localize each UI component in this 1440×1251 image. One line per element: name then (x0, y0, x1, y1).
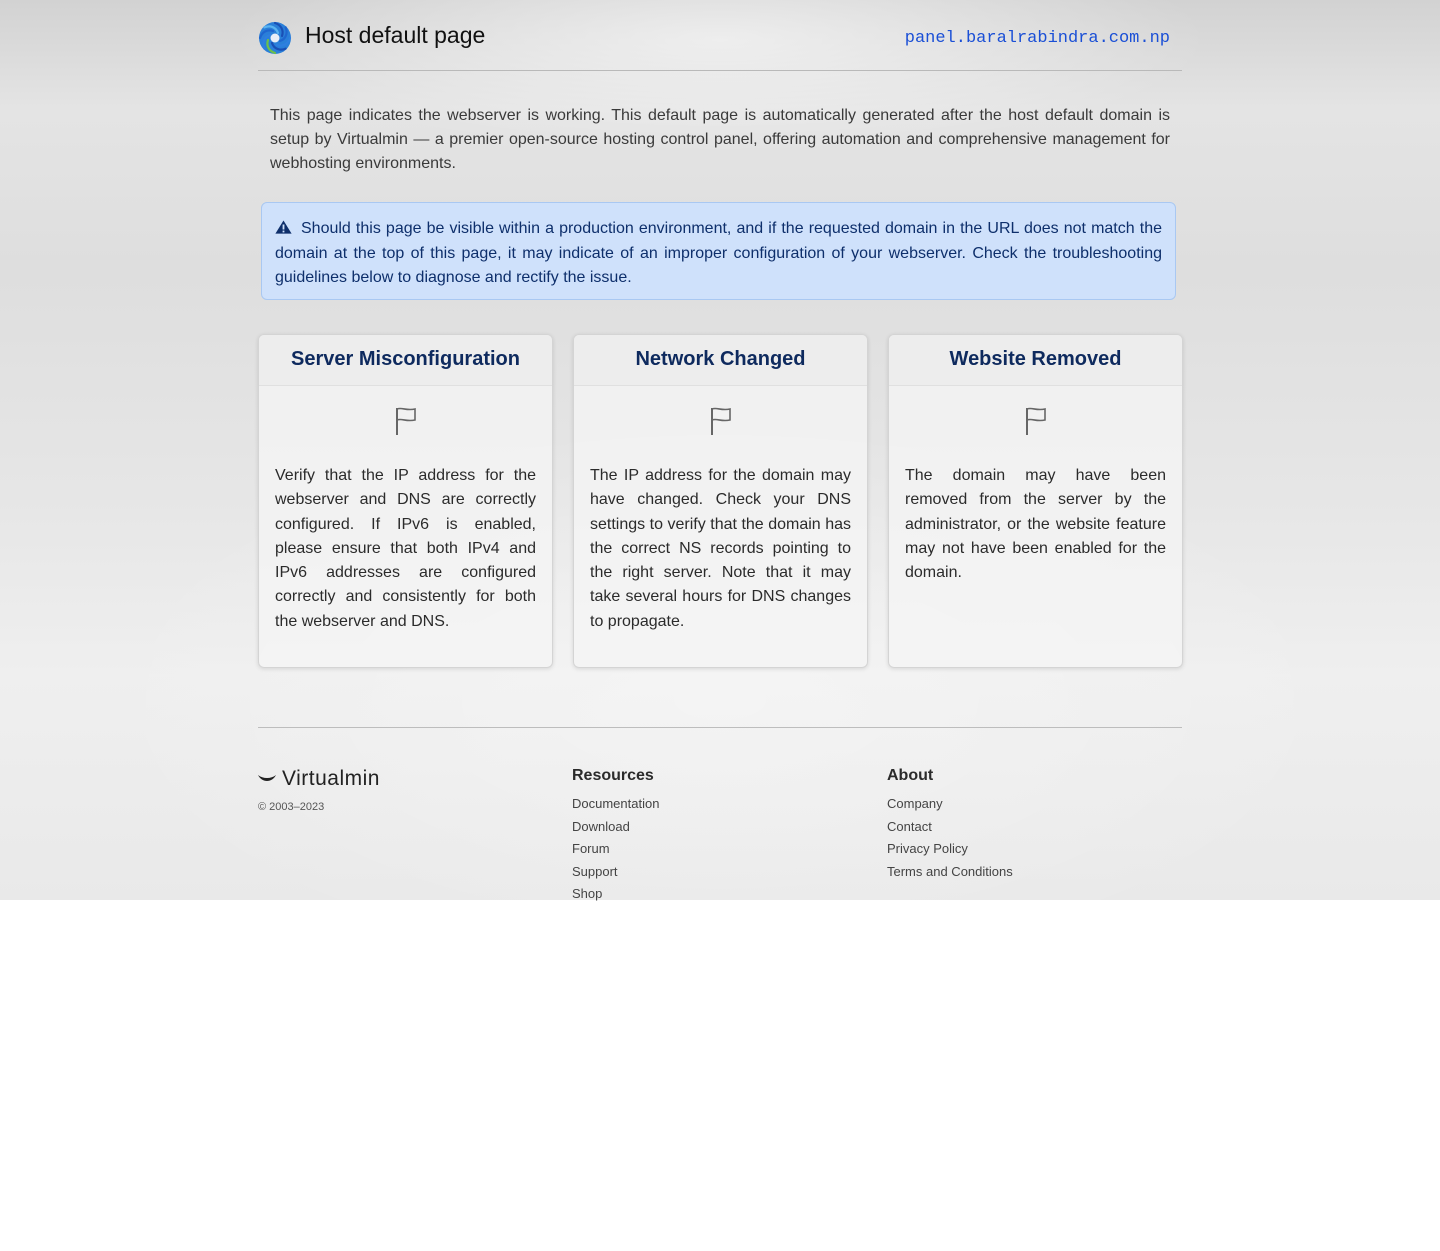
footer-resources-heading: Resources (572, 767, 654, 784)
warning-alert-text: Should this page be visible within a pro… (275, 220, 1162, 286)
warning-icon (275, 220, 292, 234)
intro-paragraph: This page indicates the webserver is wor… (270, 107, 1170, 172)
page-title: Host default page (305, 22, 486, 48)
virtualmin-brand-mark-icon (258, 775, 276, 781)
warning-alert: Should this page be visible within a pro… (261, 202, 1176, 300)
card-title: Network Changed (574, 335, 867, 386)
footer-link-company[interactable]: Company (887, 793, 1013, 816)
host-domain: panel.baralrabindra.com.np (904, 29, 1170, 48)
footer-link-documentation[interactable]: Documentation (572, 793, 659, 816)
page-header: Host default page panel.baralrabindra.co… (258, 0, 1182, 71)
footer-link-download[interactable]: Download (572, 816, 659, 839)
footer-link-contact[interactable]: Contact (887, 816, 1013, 839)
card-text: The domain may have been removed from th… (905, 467, 1166, 582)
page-container: Host default page panel.baralrabindra.co… (258, 0, 1183, 901)
flag-icon (710, 407, 731, 435)
footer-link-forum[interactable]: Forum (572, 838, 659, 861)
card-website-removed: Website Removed The domain may have been… (888, 334, 1183, 668)
card-title: Website Removed (889, 335, 1182, 386)
troubleshooting-cards: Server Misconfiguration Verify that the … (258, 334, 1183, 668)
card-text: The IP address for the domain may have c… (590, 467, 851, 630)
flag-icon (395, 407, 416, 435)
card-server-misconfiguration: Server Misconfiguration Verify that the … (258, 334, 553, 668)
footer-link-shop[interactable]: Shop (572, 883, 659, 906)
copyright: © 2003–2023 (258, 801, 325, 813)
flag-icon (1025, 407, 1046, 435)
footer-resources: Resources Documentation Download Forum S… (572, 767, 659, 906)
footer-link-support[interactable]: Support (572, 861, 659, 884)
footer-link-terms[interactable]: Terms and Conditions (887, 861, 1013, 884)
footer-divider (258, 727, 1182, 728)
footer-about-heading: About (887, 767, 934, 784)
virtualmin-logo-icon (258, 21, 292, 55)
card-title: Server Misconfiguration (259, 335, 552, 386)
footer-about: About Company Contact Privacy Policy Ter… (887, 767, 1013, 883)
brand-name: Virtualmin (282, 767, 380, 790)
card-network-changed: Network Changed The IP address for the d… (573, 334, 868, 668)
card-text: Verify that the IP address for the webse… (275, 467, 536, 630)
footer-link-privacy-policy[interactable]: Privacy Policy (887, 838, 1013, 861)
